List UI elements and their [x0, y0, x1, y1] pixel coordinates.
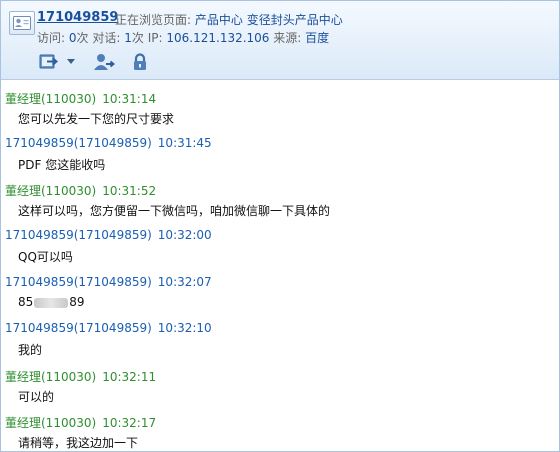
message-text: 这样可以吗，您方便留一下微信吗，咱加微信聊一下具体的	[18, 204, 331, 218]
sender-name: 董经理(110030)	[5, 370, 97, 384]
sender-name: 董经理(110030)	[5, 92, 97, 106]
chat-window: 171049859 正在浏览页面: 产品中心 变径封头产品中心 访问: 0次 对…	[0, 0, 560, 452]
transfer-icon[interactable]	[37, 51, 61, 73]
message-text-start: 85	[18, 295, 34, 309]
sessions-value: 1	[124, 31, 132, 45]
current-page-link[interactable]: 产品中心 变径封头产品中心	[195, 13, 343, 27]
ip-label: IP:	[147, 31, 163, 45]
message-time: 10:32:17	[102, 416, 157, 430]
invite-user-icon[interactable]	[91, 51, 115, 73]
lock-icon[interactable]	[129, 51, 153, 73]
visits-unit: 次	[76, 31, 89, 45]
message-text: 85 89	[18, 295, 85, 309]
message-time: 10:31:45	[157, 136, 212, 150]
sender-name: 董经理(110030)	[5, 184, 97, 198]
message-text: PDF 您这能收吗	[18, 158, 106, 172]
sender-name: 171049859(171049859)	[5, 136, 152, 150]
message-time: 10:31:14	[102, 92, 157, 106]
message-text-end: 89	[69, 295, 85, 309]
sender-name: 171049859(171049859)	[5, 228, 152, 242]
message-meta: 董经理(110030) 10:31:52	[5, 182, 156, 199]
visitor-header: 171049859 正在浏览页面: 产品中心 变径封头产品中心 访问: 0次 对…	[1, 1, 559, 80]
visitor-card-icon[interactable]	[9, 11, 35, 35]
message-meta: 董经理(110030) 10:32:17	[5, 414, 156, 431]
source-value[interactable]: 百度	[305, 31, 329, 45]
message-time: 10:31:52	[102, 184, 157, 198]
message-meta: 董经理(110030) 10:31:14	[5, 90, 156, 107]
message-time: 10:32:07	[157, 275, 212, 289]
message-text: 请稍等，我这边加一下	[18, 436, 139, 450]
visitor-id-link[interactable]: 171049859	[37, 10, 118, 25]
visits-label: 访问:	[37, 31, 66, 45]
message-meta: 171049859(171049859) 10:32:07	[5, 275, 212, 289]
sessions-unit: 次	[131, 31, 144, 45]
message-text: 可以的	[18, 390, 55, 404]
redacted-blur	[34, 297, 69, 308]
message-meta: 董经理(110030) 10:32:11	[5, 368, 156, 385]
message-text: 我的	[18, 343, 43, 357]
visitor-stats: 访问: 0次 对话: 1次 IP: 106.121.132.106 来源: 百度	[37, 29, 329, 46]
message-time: 10:32:00	[157, 228, 212, 242]
ip-value: 106.121.132.106	[166, 31, 270, 45]
visits-value: 0	[68, 31, 77, 45]
source-label: 来源:	[273, 31, 302, 45]
browsing-label: 正在浏览页面:	[115, 13, 192, 27]
message-time: 10:32:10	[157, 321, 212, 335]
sender-name: 171049859(171049859)	[5, 321, 152, 335]
message-meta: 171049859(171049859) 10:32:10	[5, 321, 212, 335]
sender-name: 171049859(171049859)	[5, 275, 152, 289]
sender-name: 董经理(110030)	[5, 416, 97, 430]
message-time: 10:32:11	[102, 370, 157, 384]
sessions-label: 对话:	[92, 31, 121, 45]
message-text: 您可以先发一下您的尺寸要求	[18, 112, 175, 126]
message-meta: 171049859(171049859) 10:32:00	[5, 228, 212, 242]
message-text: QQ可以吗	[18, 250, 73, 264]
browsing-info: 正在浏览页面: 产品中心 变径封头产品中心	[115, 11, 343, 28]
chevron-down-icon[interactable]	[67, 59, 75, 64]
message-meta: 171049859(171049859) 10:31:45	[5, 136, 212, 150]
chat-history[interactable]: 董经理(110030) 10:31:14 您可以先发一下您的尺寸要求 171049…	[1, 80, 559, 451]
